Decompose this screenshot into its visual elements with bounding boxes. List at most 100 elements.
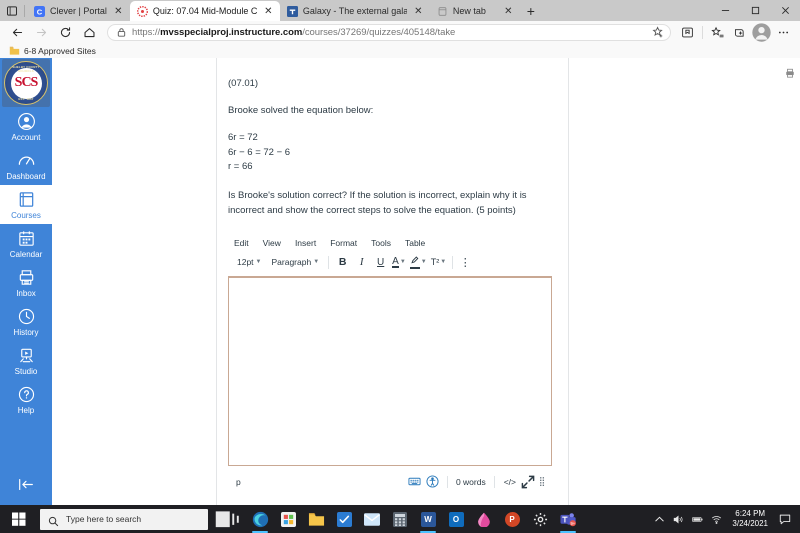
chevron-down-icon[interactable]: ▼: [440, 259, 446, 265]
rte-status-bar: p 0 words </>: [228, 472, 552, 492]
rich-content-editor: Edit View Insert Format Tools Table 12pt…: [228, 235, 552, 492]
highlight-pen-icon: [410, 255, 420, 269]
svg-text:9+: 9+: [570, 521, 575, 526]
sidebar-item-history[interactable]: History: [0, 302, 52, 341]
taskbar-app-calculator[interactable]: [386, 505, 414, 533]
menu-format[interactable]: Format: [330, 238, 357, 248]
taskbar-app-paint-3d[interactable]: [470, 505, 498, 533]
accessibility-checker-icon[interactable]: [424, 474, 442, 490]
close-icon[interactable]: ✕: [502, 5, 515, 18]
browser-tab-1[interactable]: Quiz: 07.04 Mid-Module Check ✕: [130, 1, 280, 21]
superscript-button[interactable]: T² ▼: [429, 257, 448, 267]
sidebar-item-courses[interactable]: Courses: [0, 185, 52, 224]
clock-time: 6:24 PM: [735, 509, 765, 519]
print-icon[interactable]: [785, 65, 795, 75]
font-size-select[interactable]: 12pt ▼: [232, 254, 267, 271]
reload-icon[interactable]: [54, 23, 77, 42]
close-icon[interactable]: ✕: [262, 5, 275, 18]
text-color-button[interactable]: A ▼: [390, 257, 408, 268]
chevron-down-icon[interactable]: ▼: [400, 259, 406, 265]
bold-button[interactable]: B: [333, 254, 352, 271]
taskbar-app-microsoft-word[interactable]: W: [414, 505, 442, 533]
block-format-select[interactable]: Paragraph ▼: [267, 254, 325, 271]
address-bar[interactable]: https://mvsspecialproj.instructure.com/c…: [107, 24, 671, 41]
browser-tab-0[interactable]: C Clever | Portal ✕: [27, 1, 130, 21]
shelby-county-schools-logo[interactable]: SHELBY COUNTY SCHOOLS SCS EST. 1867: [2, 59, 50, 107]
taskbar-app-settings[interactable]: [526, 505, 554, 533]
outlook-glyph: O: [449, 512, 464, 527]
taskbar-app-microsoft-powerpoint[interactable]: P: [498, 505, 526, 533]
volume-icon[interactable]: [669, 505, 688, 533]
page-viewport: SHELBY COUNTY SCHOOLS SCS EST. 1867 Acco…: [0, 58, 800, 505]
sidebar-item-account[interactable]: Account: [0, 107, 52, 146]
star-add-icon[interactable]: [652, 26, 665, 39]
menu-view[interactable]: View: [263, 238, 281, 248]
tab-search-icon[interactable]: [0, 0, 24, 21]
equation-line-3: r = 66: [228, 160, 558, 175]
chevron-down-icon: ▼: [313, 259, 319, 265]
back-arrow-icon[interactable]: [6, 23, 29, 42]
search-icon: [48, 514, 59, 525]
search-placeholder: Type here to search: [66, 514, 141, 524]
sidebar-item-dashboard[interactable]: Dashboard: [0, 146, 52, 185]
menu-table[interactable]: Table: [405, 238, 425, 248]
maximize-icon[interactable]: [740, 0, 770, 21]
sidebar-item-help[interactable]: Help: [0, 380, 52, 419]
resize-handle-icon[interactable]: ⣿: [536, 474, 548, 490]
sidebar-item-inbox[interactable]: Inbox: [0, 263, 52, 302]
rte-text-area[interactable]: [228, 276, 552, 466]
highlight-color-button[interactable]: ▼: [408, 255, 429, 269]
close-icon[interactable]: [770, 0, 800, 21]
notifications-icon[interactable]: [774, 505, 796, 533]
collapse-nav-icon[interactable]: [0, 470, 52, 505]
windows-taskbar: Type here to search W O: [0, 505, 800, 533]
sidebar-item-calendar[interactable]: Calendar: [0, 224, 52, 263]
browser-tab-2[interactable]: Galaxy - The external galaxies | B ✕: [280, 1, 430, 21]
favorites-icon[interactable]: [707, 23, 728, 42]
new-tab-button[interactable]: +: [520, 1, 542, 21]
windows-start-icon[interactable]: [0, 505, 38, 533]
search-input[interactable]: Type here to search: [40, 509, 208, 530]
wifi-icon[interactable]: [707, 505, 726, 533]
menu-edit[interactable]: Edit: [234, 238, 249, 248]
bookmark-folder[interactable]: 6-8 Approved Sites: [6, 45, 99, 57]
taskbar-app-mail[interactable]: [358, 505, 386, 533]
keyboard-shortcuts-icon[interactable]: [406, 474, 424, 490]
minimize-icon[interactable]: [710, 0, 740, 21]
home-icon[interactable]: [78, 23, 101, 42]
browser-window: C Clever | Portal ✕ Quiz: 07.04 Mid-Modu…: [0, 0, 800, 505]
taskbar-app-microsoft-todo[interactable]: [330, 505, 358, 533]
html-editor-button[interactable]: </>: [500, 477, 520, 487]
dashboard-icon: [17, 151, 36, 170]
menu-tools[interactable]: Tools: [371, 238, 391, 248]
taskbar-app-microsoft-outlook[interactable]: O: [442, 505, 470, 533]
taskbar-app-microsoft-store[interactable]: [274, 505, 302, 533]
sidebar-item-studio[interactable]: Studio: [0, 341, 52, 380]
settings-more-icon[interactable]: [773, 23, 794, 42]
equation-line-2: 6r − 6 = 72 − 6: [228, 146, 558, 161]
bookmark-label: 6-8 Approved Sites: [24, 46, 96, 56]
close-icon[interactable]: ✕: [412, 5, 425, 18]
browser-toolbar: https://mvsspecialproj.instructure.com/c…: [0, 21, 800, 43]
add-collection-icon[interactable]: [729, 23, 750, 42]
italic-button[interactable]: I: [352, 254, 371, 271]
svg-text:C: C: [37, 7, 43, 16]
browser-tab-3[interactable]: New tab ✕: [430, 1, 520, 21]
taskbar-app-microsoft-teams[interactable]: 9+: [554, 505, 582, 533]
kebab-more-icon[interactable]: ⋮: [457, 254, 473, 271]
menu-insert[interactable]: Insert: [295, 238, 316, 248]
word-glyph: W: [421, 512, 436, 527]
rte-menubar: Edit View Insert Format Tools Table: [228, 235, 552, 252]
close-icon[interactable]: ✕: [112, 5, 125, 18]
underline-button[interactable]: U: [371, 254, 390, 271]
chevron-down-icon[interactable]: ▼: [421, 259, 427, 265]
battery-icon[interactable]: [688, 505, 707, 533]
taskbar-app-file-explorer[interactable]: [302, 505, 330, 533]
fullscreen-icon[interactable]: [520, 474, 536, 490]
profile-avatar-icon[interactable]: [751, 23, 772, 42]
taskbar-clock[interactable]: 6:24 PM 3/24/2021: [726, 509, 774, 529]
collections-icon[interactable]: [677, 23, 698, 42]
task-view-icon[interactable]: [214, 505, 242, 533]
show-hidden-icons[interactable]: [650, 505, 669, 533]
taskbar-app-microsoft-edge[interactable]: [246, 505, 274, 533]
